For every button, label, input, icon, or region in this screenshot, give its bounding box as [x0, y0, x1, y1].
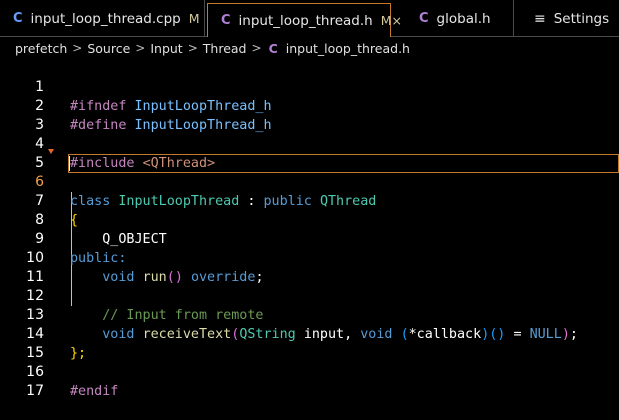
settings-list-icon: ≡ — [534, 10, 546, 27]
code-line: 12 // Input from remote — [0, 268, 619, 323]
tab-input-loop-thread-h[interactable]: C input_loop_thread.h M × — [207, 3, 402, 37]
cpp-file-icon: C — [13, 11, 23, 26]
chevron-right-icon: > — [187, 41, 198, 55]
code-line: 13 void receiveText(QString input, void … — [0, 287, 619, 342]
c-header-file-icon: C — [419, 11, 429, 26]
code-line: 14 }; — [0, 306, 619, 361]
breadcrumb-item-thread[interactable]: Thread — [203, 41, 247, 56]
tab-global-h[interactable]: C global.h — [392, 0, 514, 37]
c-header-file-icon: C — [268, 40, 278, 56]
modified-indicator: M — [380, 13, 392, 28]
breadcrumb: prefetch > Source > Input > Thread > C i… — [0, 38, 619, 58]
code-line: 4 #include <QThread> — [0, 116, 619, 171]
modified-indicator: M — [188, 11, 200, 26]
code-line: 11 — [0, 249, 619, 285]
tab-settings[interactable]: ≡ Settings — [514, 0, 619, 37]
tab-label: Settings — [553, 10, 610, 27]
code-line: 8 Q_OBJECT — [0, 192, 619, 247]
breadcrumb-item-prefetch[interactable]: prefetch — [15, 41, 67, 56]
code-editor[interactable]: 1 #ifndef InputLoopThread_h 2 #define In… — [0, 59, 619, 399]
code-line: 10 void run() override; — [0, 230, 619, 285]
code-line: 7 { — [0, 173, 619, 228]
line-number: 17 — [26, 383, 44, 399]
chevron-right-icon: > — [72, 41, 83, 55]
code-line: 2 #define InputLoopThread_h — [0, 78, 619, 133]
code-line: 3 — [0, 97, 619, 133]
chevron-right-icon: > — [135, 41, 146, 55]
code-line-current: 6 class InputLoopThread : public QThread — [0, 154, 619, 209]
tab-label: input_loop_thread.cpp — [30, 10, 181, 27]
breadcrumb-item-source[interactable]: Source — [87, 41, 130, 56]
code-line: 5 — [0, 135, 619, 171]
chevron-right-icon: > — [251, 41, 262, 55]
code-line: 9 public: — [0, 211, 619, 266]
code-line: 16 #endif — [0, 344, 619, 399]
tab-label: global.h — [436, 10, 491, 27]
text-cursor — [69, 156, 70, 171]
tab-input-loop-thread-cpp[interactable]: C input_loop_thread.cpp M — [0, 0, 205, 37]
code-line: 17 — [0, 363, 619, 399]
breadcrumb-item-input[interactable]: Input — [150, 41, 182, 56]
code-line: 1 #ifndef InputLoopThread_h — [0, 59, 619, 114]
tab-bar: C input_loop_thread.cpp M C input_loop_t… — [0, 0, 619, 37]
tab-label: input_loop_thread.h — [238, 12, 373, 29]
breadcrumb-item-file[interactable]: input_loop_thread.h — [286, 41, 410, 56]
code-line: 15 — [0, 325, 619, 361]
c-header-file-icon: C — [221, 13, 231, 28]
